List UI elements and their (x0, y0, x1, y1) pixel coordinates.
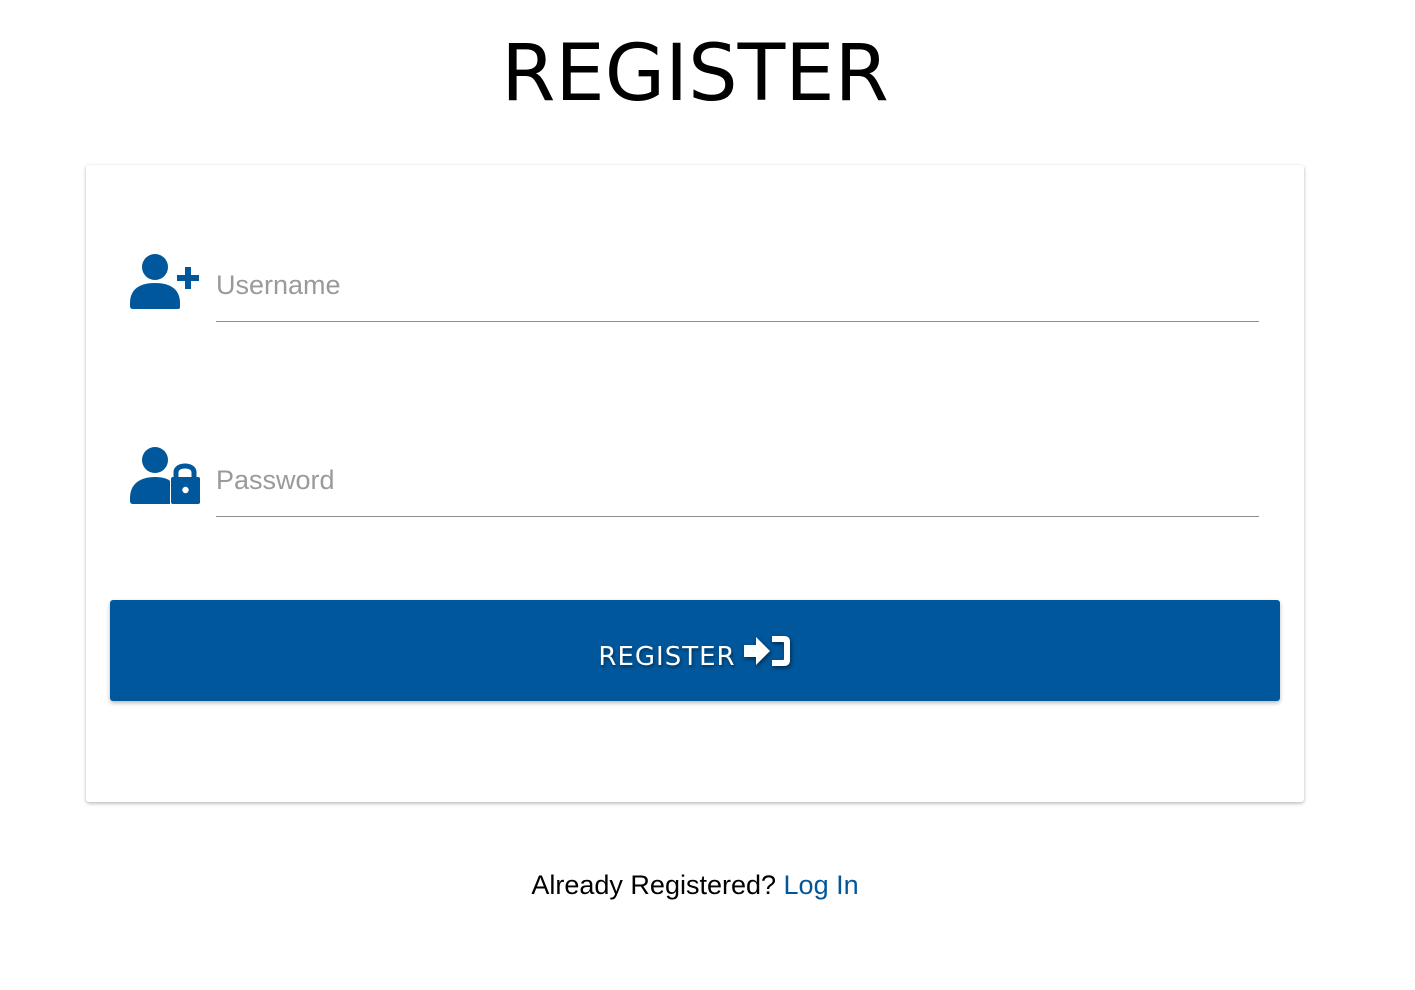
register-button[interactable]: REGISTER (110, 600, 1280, 701)
username-row (130, 249, 1259, 329)
register-button-label: REGISTER (598, 641, 736, 672)
register-card: REGISTER (86, 165, 1304, 802)
user-plus-icon (130, 254, 199, 309)
already-registered-text: Already Registered? (531, 870, 777, 900)
user-lock-icon (130, 447, 200, 504)
page-title: REGISTER (501, 29, 889, 119)
sign-in-icon (743, 635, 790, 666)
password-row (130, 444, 1259, 524)
password-input[interactable] (216, 444, 1259, 517)
login-link[interactable]: Log In (784, 870, 859, 900)
username-input[interactable] (216, 249, 1259, 322)
footer: Already Registered? Log In (0, 870, 1390, 901)
